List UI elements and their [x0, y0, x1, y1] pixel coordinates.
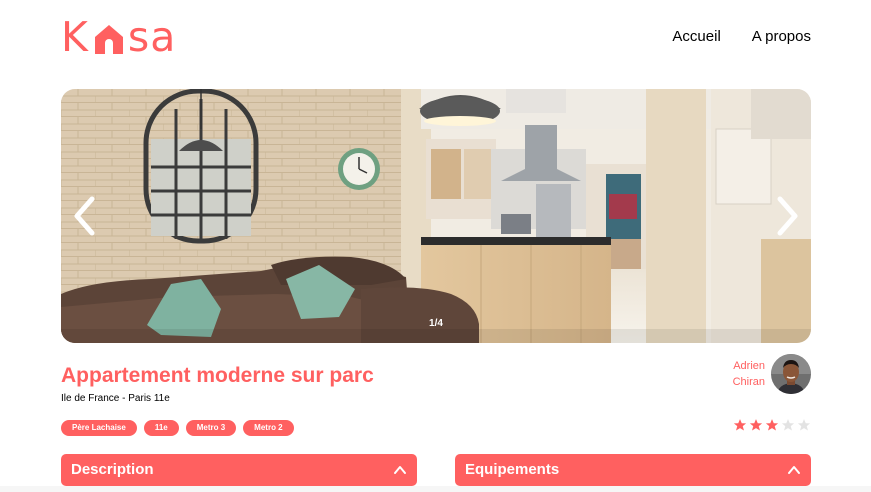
nav-link-about[interactable]: A propos: [752, 28, 811, 45]
star-empty-icon: [781, 419, 795, 431]
chevron-up-icon[interactable]: [393, 463, 407, 477]
star-empty-icon: [797, 419, 811, 431]
logo-letters-sa: sa: [127, 12, 177, 61]
star-filled-icon: [765, 419, 779, 431]
equipments-collapse[interactable]: Equipements: [455, 454, 811, 486]
host-last-name: Chiran: [732, 376, 765, 388]
chevron-left-icon[interactable]: [67, 193, 103, 239]
page-bottom-strip: [0, 486, 871, 492]
tag[interactable]: Père Lachaise: [61, 420, 137, 436]
tag[interactable]: Metro 2: [243, 420, 294, 436]
chevron-right-icon[interactable]: [769, 193, 805, 239]
description-title: Description: [71, 461, 154, 478]
avatar: [771, 354, 811, 394]
header: K sa Accueil A propos: [61, 14, 811, 60]
listing-title: Appartement moderne sur parc: [61, 364, 374, 387]
chevron-up-icon[interactable]: [787, 463, 801, 477]
description-collapse[interactable]: Description: [61, 454, 417, 486]
main-nav: Accueil A propos: [672, 28, 811, 45]
kasa-logo[interactable]: K sa: [61, 14, 176, 60]
host-name: Adrien Chiran: [733, 358, 765, 390]
equipments-title: Equipements: [465, 461, 560, 478]
host-first-name: Adrien: [733, 360, 765, 372]
nav-link-home[interactable]: Accueil: [672, 28, 720, 45]
tag[interactable]: Metro 3: [185, 420, 237, 436]
star-filled-icon: [733, 419, 747, 431]
host-info: Adrien Chiran: [733, 354, 811, 394]
slide-counter: 1/4: [429, 318, 443, 329]
apartment-photo: [61, 89, 811, 343]
tag[interactable]: 11e: [143, 420, 179, 436]
image-carousel: 1/4: [61, 89, 811, 343]
logo-letter-k: K: [61, 12, 89, 61]
listing-location: Ile de France - Paris 11e: [61, 393, 170, 404]
tag-list: Père Lachaise 11e Metro 3 Metro 2: [61, 420, 294, 436]
house-icon: [94, 25, 123, 54]
rating-stars: [733, 418, 811, 432]
star-filled-icon: [749, 419, 763, 431]
